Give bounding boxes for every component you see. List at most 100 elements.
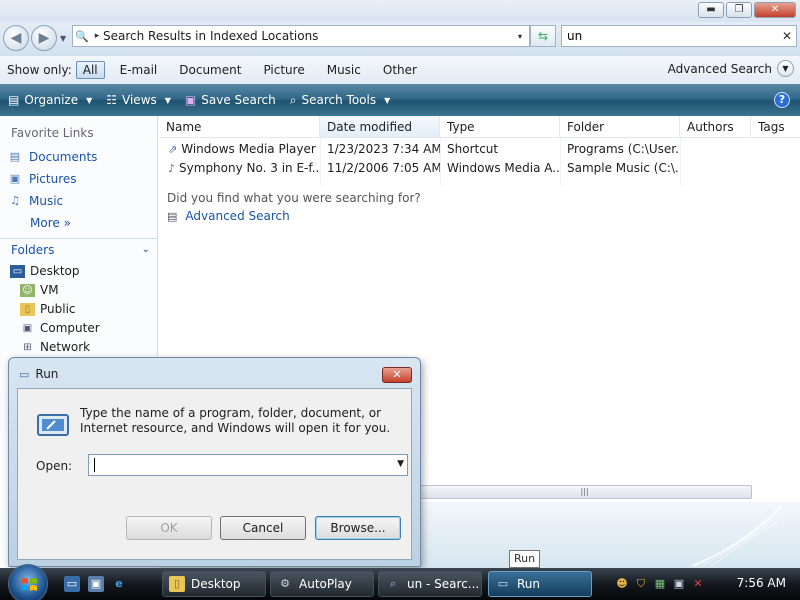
network-connection-icon[interactable]: ▣ <box>671 576 687 592</box>
computer-icon: ▣ <box>22 322 33 334</box>
forward-button[interactable]: ▶ <box>31 25 57 51</box>
search-tools-icon: ⌕ <box>289 92 297 107</box>
music-file-icon: ♪ <box>168 162 176 175</box>
desktop-icon: ▭ <box>10 264 25 278</box>
volume-muted-icon[interactable]: ✕ <box>690 576 706 592</box>
task-desktop-label: Desktop <box>191 577 241 591</box>
help-icon[interactable]: ? <box>774 92 790 108</box>
browse-button[interactable]: Browse... <box>315 516 401 540</box>
favorite-pictures[interactable]: ▣ Pictures <box>7 172 77 186</box>
search-tools-button[interactable]: ⌕ Search Tools ▼ <box>290 93 391 108</box>
advanced-search-icon: ▤ <box>167 209 178 223</box>
filter-document[interactable]: Document <box>172 61 248 79</box>
row-name-cell: ⇗ Windows Media Player <box>159 140 320 159</box>
run-program-icon <box>37 414 69 436</box>
run-title: Run <box>35 367 59 381</box>
run-icon: ▭ <box>497 577 509 590</box>
command-bar: ▤ Organize ▼ ☷ Views ▼ ▣ Save Search ⌕ S… <box>0 84 800 116</box>
back-button[interactable]: ◀ <box>3 25 29 51</box>
search-box[interactable]: ✕ <box>561 25 797 47</box>
chevron-down-icon[interactable]: ▼ <box>397 459 404 469</box>
column-authors[interactable]: Authors <box>680 116 751 137</box>
open-input[interactable] <box>92 457 382 473</box>
advanced-search-label[interactable]: Advanced Search <box>668 62 772 76</box>
network-status-icon[interactable]: ▦ <box>652 576 668 592</box>
start-button[interactable] <box>8 564 48 600</box>
advanced-search-link[interactable]: ▤ Advanced Search <box>167 209 290 223</box>
favorite-music[interactable]: ♫ Music <box>7 194 63 208</box>
column-folder[interactable]: Folder <box>560 116 680 137</box>
internet-explorer-icon[interactable]: e <box>111 576 127 592</box>
advanced-search-toggle[interactable]: Advanced Search ▼ <box>668 60 794 77</box>
task-run[interactable]: ▭ Run <box>488 571 592 597</box>
more-links[interactable]: More » <box>30 216 71 230</box>
save-search-button[interactable]: ▣ Save Search <box>185 93 276 107</box>
filter-other[interactable]: Other <box>376 61 424 79</box>
views-button[interactable]: ☷ Views ▼ <box>106 93 171 107</box>
run-dialog: ▭ Run ✕ Type the name of a program, fold… <box>8 357 421 567</box>
file-folder: Sample Music (C:\... <box>567 161 680 175</box>
tree-computer[interactable]: ▣ Computer <box>20 321 100 335</box>
show-only-label: Show only: <box>7 63 72 77</box>
search-input[interactable] <box>567 29 778 43</box>
open-label: Open: <box>36 459 73 473</box>
autoplay-icon: ⚙ <box>280 577 290 590</box>
show-only-bar: Show only: All E-mail Document Picture M… <box>0 56 800 84</box>
filter-picture[interactable]: Picture <box>256 61 311 79</box>
taskbar-tooltip: Run <box>509 550 540 568</box>
filter-all[interactable]: All <box>75 61 105 79</box>
table-row[interactable]: ♪ Symphony No. 3 in E-f... 11/2/2006 7:0… <box>159 159 680 178</box>
tree-desktop[interactable]: ▭ Desktop <box>10 264 80 278</box>
show-desktop-icon[interactable]: ▭ <box>64 576 80 592</box>
views-icon: ☷ <box>106 93 118 107</box>
open-combobox[interactable]: ▼ <box>88 454 408 476</box>
maximize-button[interactable]: ❐ <box>726 2 752 18</box>
column-name[interactable]: Name <box>159 116 320 137</box>
folder-icon: ▯ <box>20 302 35 316</box>
column-date-modified[interactable]: Date modified <box>320 116 440 137</box>
column-type[interactable]: Type <box>440 116 560 137</box>
clear-search-icon[interactable]: ✕ <box>778 29 796 43</box>
breadcrumb-path[interactable]: Search Results in Indexed Locations <box>103 29 511 43</box>
favorite-documents[interactable]: ▤ Documents <box>7 150 98 164</box>
recent-pages-dropdown[interactable]: ▼ <box>60 34 66 43</box>
file-name: Symphony No. 3 in E-f... <box>179 161 320 175</box>
file-type: Windows Media A... <box>447 161 560 175</box>
switch-windows-icon[interactable]: ▣ <box>88 576 104 592</box>
text-caret <box>94 458 95 472</box>
task-desktop[interactable]: ▯ Desktop <box>162 571 266 597</box>
documents-icon: ▤ <box>9 150 21 163</box>
minimize-button[interactable]: ▬ <box>698 2 724 18</box>
chevron-down-icon[interactable]: ▼ <box>777 60 794 77</box>
cancel-button[interactable]: Cancel <box>220 516 306 540</box>
filter-music[interactable]: Music <box>320 61 368 79</box>
column-tags[interactable]: Tags <box>751 116 800 137</box>
security-shield-icon[interactable]: ⛉ <box>633 576 649 592</box>
folders-header[interactable]: Folders ⌄ <box>0 238 158 260</box>
horizontal-scrollbar[interactable]: ||| <box>417 485 752 499</box>
tree-vm-label: VM <box>40 283 59 297</box>
tree-public[interactable]: ▯ Public <box>20 302 76 316</box>
table-row[interactable]: ⇗ Windows Media Player 1/23/2023 7:34 AM… <box>159 140 680 159</box>
tree-desktop-label: Desktop <box>30 264 80 278</box>
run-close-button[interactable]: ✕ <box>382 367 412 383</box>
task-autoplay[interactable]: ⚙ AutoPlay <box>270 571 374 597</box>
clock[interactable]: 7:56 AM <box>737 576 786 590</box>
taskbar: ▭ ▣ e ▯ Desktop ⚙ AutoPlay ⌕ un - Searc.… <box>0 564 800 600</box>
organize-button[interactable]: ▤ Organize ▼ <box>8 93 92 107</box>
filter-email[interactable]: E-mail <box>113 61 165 79</box>
address-bar[interactable]: 🔍 ▸ Search Results in Indexed Locations … <box>72 25 530 47</box>
organize-label: Organize <box>24 93 79 107</box>
task-search[interactable]: ⌕ un - Searc... <box>378 571 482 597</box>
run-icon: ▭ <box>19 367 30 381</box>
tree-network[interactable]: ⊞ Network <box>20 340 90 354</box>
tree-vm[interactable]: ☺ VM <box>20 283 59 297</box>
column-headers: Name Date modified Type Folder Authors T… <box>159 116 800 138</box>
close-button[interactable]: ✕ <box>754 2 796 18</box>
refresh-icon[interactable]: ⇆ <box>530 25 556 47</box>
breadcrumb-separator[interactable]: ▸ <box>91 31 103 41</box>
users-icon[interactable]: ☻ <box>614 576 630 592</box>
ok-button[interactable]: OK <box>126 516 212 540</box>
favorite-documents-label: Documents <box>29 150 98 164</box>
address-dropdown[interactable]: ▾ <box>511 32 529 41</box>
